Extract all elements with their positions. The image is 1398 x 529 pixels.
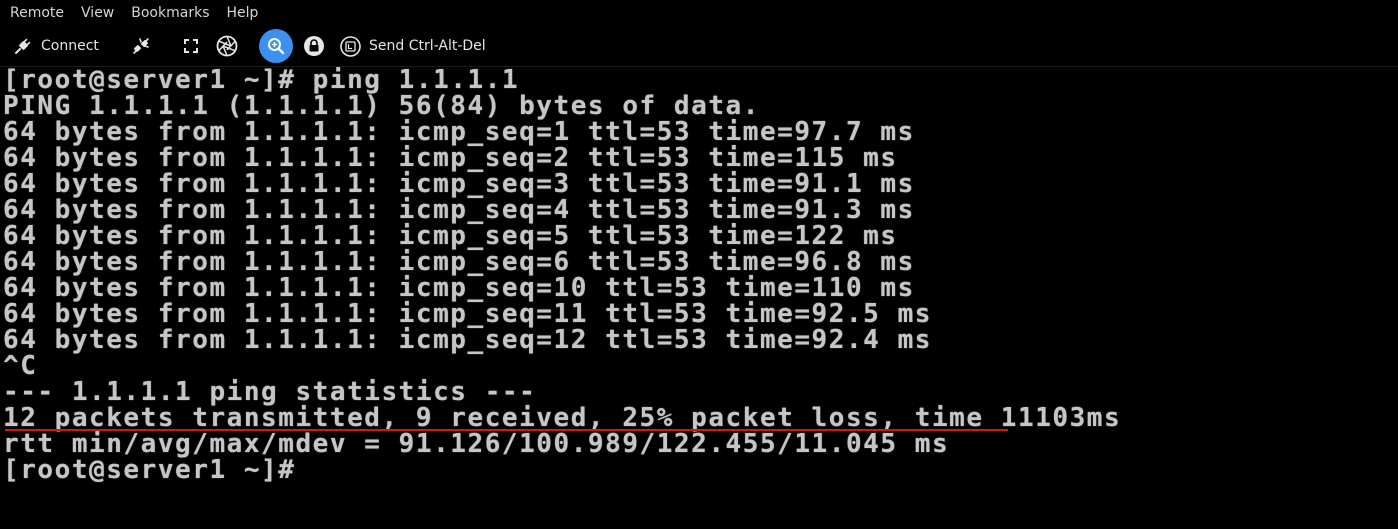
terminal-line: 64 bytes from 1.1.1.1: icmp_seq=1 ttl=53… [3,117,915,147]
terminal-line: PING 1.1.1.1 (1.1.1.1) 56(84) bytes of d… [3,91,760,121]
menu-remote[interactable]: Remote [0,0,72,26]
send-ctrl-alt-del-label: Send Ctrl-Alt-Del [369,38,486,54]
terminal-line: 64 bytes from 1.1.1.1: icmp_seq=10 ttl=5… [3,273,915,303]
keyboard-key-icon [340,35,361,57]
send-ctrl-alt-del-button[interactable]: Send Ctrl-Alt-Del [340,34,486,58]
zoom-icon [267,37,285,55]
terminal-line-packet-loss: 12 packets transmitted, 9 received, 25% … [3,403,1122,433]
terminal-line: 64 bytes from 1.1.1.1: icmp_seq=5 ttl=53… [3,221,898,251]
connect-button[interactable]: Connect [14,34,99,58]
remote-console-screen[interactable]: [root@server1 ~]# ping 1.1.1.1 PING 1.1.… [0,67,1398,529]
terminal-line: 64 bytes from 1.1.1.1: icmp_seq=4 ttl=53… [3,195,915,225]
terminal-line: 64 bytes from 1.1.1.1: icmp_seq=11 ttl=5… [3,299,932,329]
camera-shutter-icon [216,35,238,57]
menu-help[interactable]: Help [217,0,266,26]
screenshot-button[interactable] [215,34,239,58]
disconnect-icon [132,37,150,55]
disconnect-button[interactable] [130,35,152,57]
plug-icon [14,37,32,55]
lock-icon [303,35,325,57]
terminal-line: rtt min/avg/max/mdev = 91.126/100.989/12… [3,429,950,459]
menu-bar: Remote View Bookmarks Help [0,0,1398,26]
terminal-line: ^C [3,351,38,381]
lock-button[interactable] [302,34,326,58]
fullscreen-icon [183,38,199,54]
terminal-line: 64 bytes from 1.1.1.1: icmp_seq=3 ttl=53… [3,169,915,199]
connect-label: Connect [41,38,99,54]
menu-view[interactable]: View [72,0,122,26]
terminal-prompt: [root@server1 ~]# [3,455,296,485]
fullscreen-button[interactable] [180,35,202,57]
terminal-line: 64 bytes from 1.1.1.1: icmp_seq=6 ttl=53… [3,247,915,277]
terminal-line: [root@server1 ~]# ping 1.1.1.1 [3,67,520,95]
toolbar: Connect Send Ctrl-Alt-Del [0,26,1398,67]
terminal-line: 64 bytes from 1.1.1.1: icmp_seq=2 ttl=53… [3,143,898,173]
terminal-line: 64 bytes from 1.1.1.1: icmp_seq=12 ttl=5… [3,325,932,355]
menu-bookmarks[interactable]: Bookmarks [122,0,217,26]
terminal-line: --- 1.1.1.1 ping statistics --- [3,377,537,407]
red-underline-annotation [5,429,1008,431]
zoom-button[interactable] [259,29,293,63]
